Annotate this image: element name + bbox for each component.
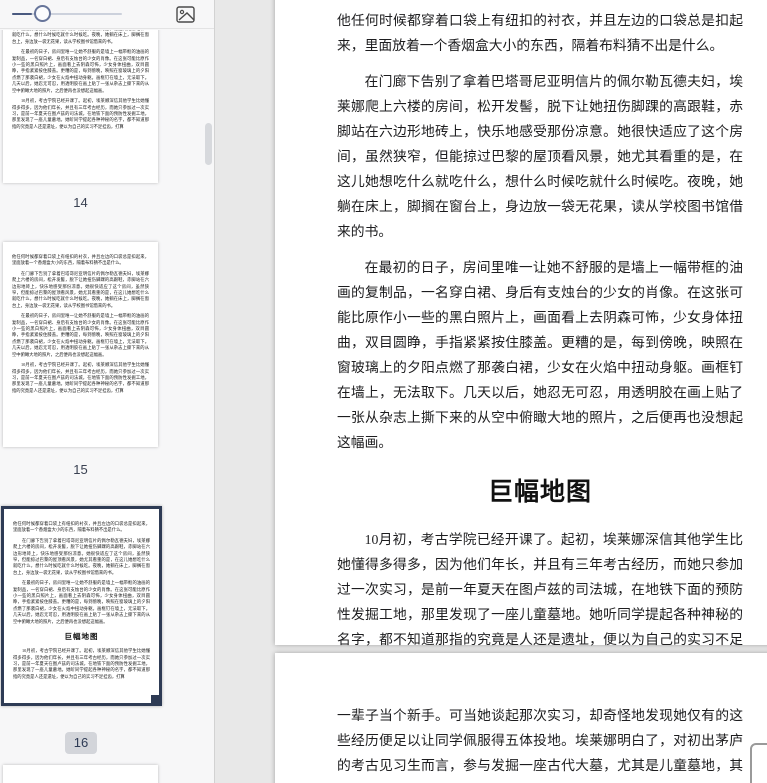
document-page-17: 一辈子当个新手。可当她谈起那次实习，却奇怪地发现她仅有的这些经历便足以让同学佩服… [275,653,767,783]
mini-paragraph: 在门廊下告别了拿着巴塔哥尼亚明信片的佩尔勒瓦德夫妇，埃莱娜爬上六楼的房间，松开发… [12,270,149,308]
selection-corner-handle[interactable] [151,695,159,703]
mini-paragraph: 10月初，考古学院已经开课了。起初，埃莱娜深信其他学生比她懂得多得多，因为他们年… [13,648,150,679]
thumbnail-item-15[interactable]: 他任何时候都穿着口袋上有纽扣的衬衣，并且左边的口袋总是扣起来，里面放着一个香烟盒… [3,242,158,447]
mini-paragraph: 在门廊下告别了拿着巴塔哥尼亚明信片的佩尔勒瓦德夫妇，埃莱娜爬上六楼的房间，松开发… [12,30,149,44]
thumbnail-toolbar [0,0,214,29]
slider-fill [12,13,32,15]
mini-paragraph: 在最初的日子，房间里唯一让她不舒服的是墙上一幅带框的油画的复制品，一名穿白裙、身… [12,313,149,357]
sidebar-scrollbar-thumb[interactable] [205,123,212,165]
mini-paragraph: 他任何时候都穿着口袋上有纽扣的衬衣，并且左边的口袋总是扣起来，里面放着一个香烟盒… [13,521,150,533]
thumbnail-item-14[interactable]: 他任何时候都穿着口袋上有纽扣的衬衣，并且左边的口袋总是扣起来，里面放着一个香烟盒… [3,30,158,183]
thumbnail-item-next[interactable] [3,765,158,783]
thumbnail-item-16[interactable]: 他任何时候都穿着口袋上有纽扣的衬衣，并且左边的口袋总是扣起来，里面放着一个香烟盒… [1,506,162,706]
thumbnail-list[interactable]: 他任何时候都穿着口袋上有纽扣的衬衣，并且左边的口袋总是扣起来，里面放着一个香烟盒… [0,30,214,783]
mini-paragraph: 在最初的日子，房间里唯一让她不舒服的是墙上一幅带框的油画的复制品，一名穿白裙、身… [13,580,150,624]
thumbnail-page-14: 他任何时候都穿着口袋上有纽扣的衬衣，并且左边的口袋总是扣起来，里面放着一个香烟盒… [3,30,158,146]
app-window: 他任何时候都穿着口袋上有纽扣的衬衣，并且左边的口袋总是扣起来，里面放着一个香烟盒… [0,0,767,783]
thumbnail-page-16: 他任何时候都穿着口袋上有纽扣的衬衣，并且左边的口袋总是扣起来，里面放着一个香烟盒… [4,509,159,696]
document-page-16: 他任何时候都穿着口袋上有纽扣的衬衣，并且左边的口袋总是扣起来，里面放着一个香烟盒… [275,0,767,672]
paragraph: 一辈子当个新手。可当她谈起那次实习，却奇怪地发现她仅有的这些经历便足以让同学佩服… [337,708,743,773]
page-17-text: 一辈子当个新手。可当她谈起那次实习，却奇怪地发现她仅有的这些经历便足以让同学佩服… [337,703,743,783]
thumbnail-page-15: 他任何时候都穿着口袋上有纽扣的衬衣，并且左边的口袋总是扣起来，里面放着一个香烟盒… [3,242,158,410]
main-view[interactable]: 他任何时候都穿着口袋上有纽扣的衬衣，并且左边的口袋总是扣起来，里面放着一个香烟盒… [216,0,767,783]
page-number-badge-16: 16 [65,732,97,754]
thumbnail-size-slider[interactable] [12,0,122,29]
page-16-text: 他任何时候都穿着口袋上有纽扣的衬衣，并且左边的口袋总是扣起来，里面放着一个香烟盒… [337,8,743,688]
paragraph: 在门廊下告别了拿着巴塔哥尼亚明信片的佩尔勒瓦德夫妇，埃莱娜爬上六楼的房间，松开发… [337,74,743,239]
page-number-14: 14 [73,195,88,210]
chapter-title: 巨幅地图 [487,479,592,506]
page-number-15: 15 [73,462,88,477]
scroll-indicator[interactable] [750,743,767,783]
paragraph: 他任何时候都穿着口袋上有纽扣的衬衣，并且左边的口袋总是扣起来，里面放着一个香烟盒… [337,13,743,53]
mini-paragraph: 在门廊下告别了拿着巴塔哥尼亚明信片的佩尔勒瓦德夫妇，埃莱娜爬上六楼的房间，松开发… [13,537,150,575]
image-icon [175,6,196,28]
paragraph: 在最初的日子，房间里唯一让她不舒服的是墙上一幅带框的油画的复制品，一名穿白裙、身… [337,260,743,450]
mini-chapter-title: 巨幅地图 [64,632,99,642]
mini-paragraph: 10月初，考古学院已经开课了。起初，埃莱娜深信其他学生比她懂得多得多，因为他们年… [12,98,149,129]
mini-paragraph: 他任何时候都穿着口袋上有纽扣的衬衣，并且左边的口袋总是扣起来，里面放着一个香烟盒… [12,254,149,266]
slider-knob[interactable] [34,5,51,22]
mini-paragraph: 在最初的日子，房间里唯一让她不舒服的是墙上一幅带框的油画的复制品，一名穿白裙、身… [12,49,149,93]
mini-paragraph: 10月初，考古学院已经开课了。起初，埃莱娜深信其他学生比她懂得多得多，因为他们年… [12,362,149,393]
thumbnail-view-button[interactable] [175,4,196,25]
thumbnail-page-next [3,765,158,783]
thumbnail-sidebar: 他任何时候都穿着口袋上有纽扣的衬衣，并且左边的口袋总是扣起来，里面放着一个香烟盒… [0,0,215,783]
